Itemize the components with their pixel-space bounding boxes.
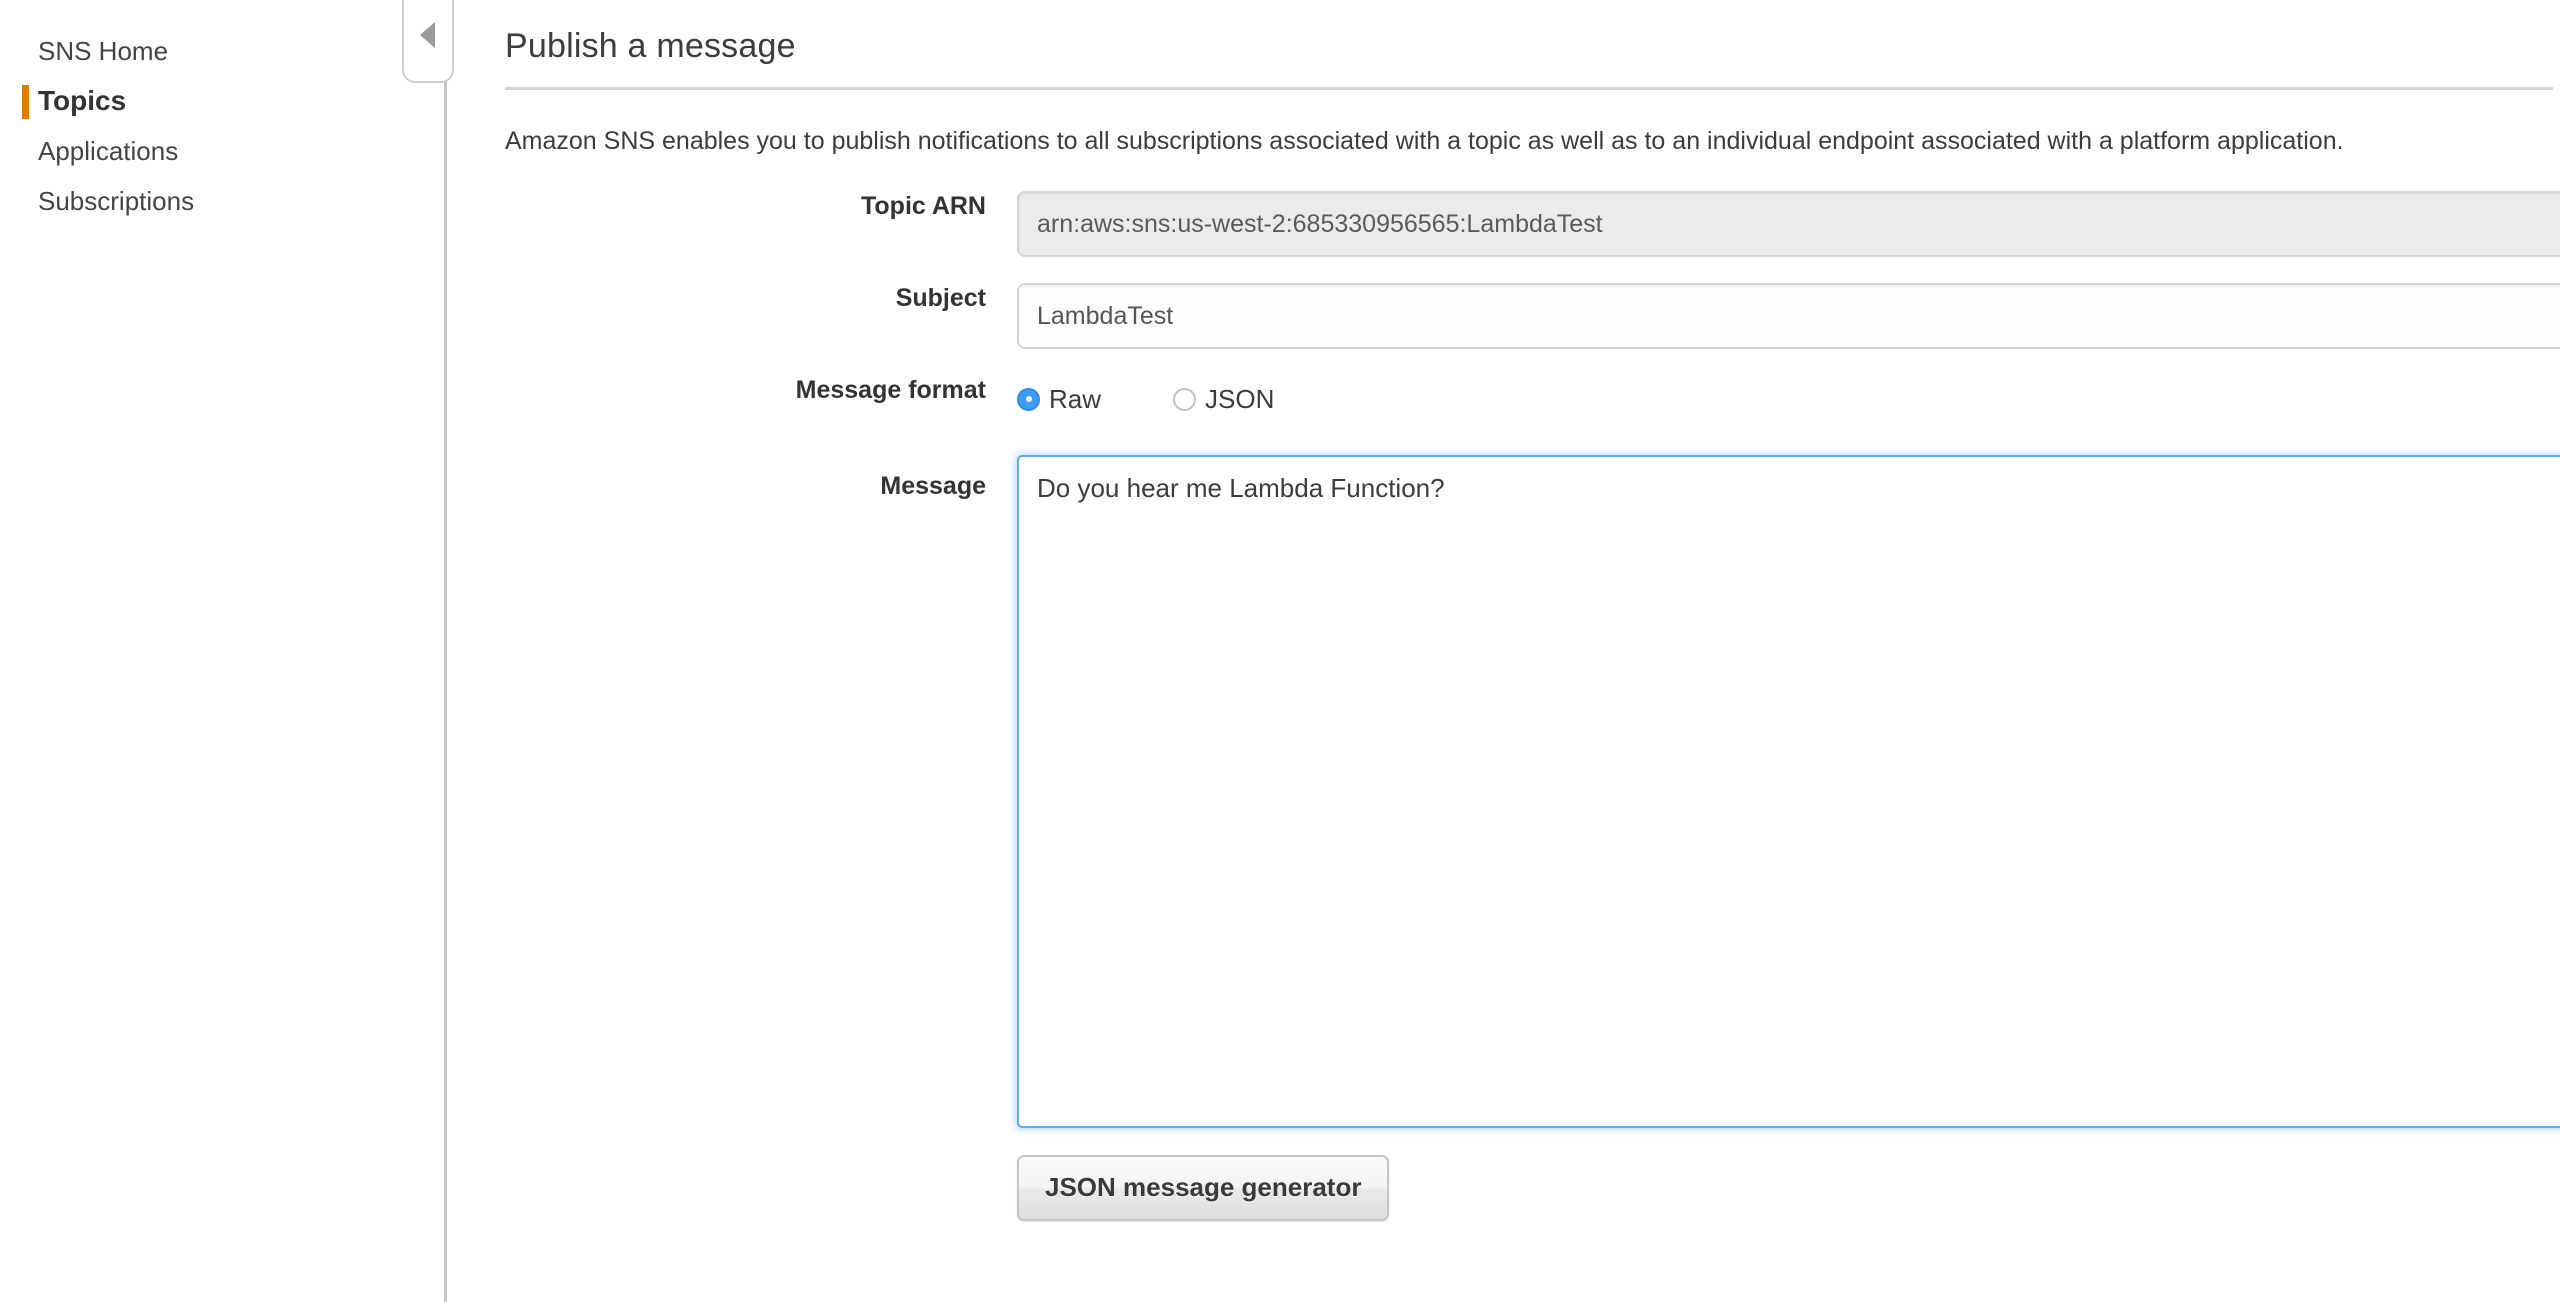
intro-description: Amazon SNS enables you to publish notifi… <box>505 122 2505 161</box>
form-row-message-format: Message format Raw JSON <box>505 375 2560 421</box>
topic-arn-control: i <box>1017 191 2560 257</box>
publish-message-form: Topic ARN i Subject i Message format <box>505 191 2560 1221</box>
main-content: Publish a message Amazon SNS enables you… <box>447 0 2560 1302</box>
sidebar-item-sns-home[interactable]: SNS Home <box>0 26 444 76</box>
sidebar-item-label: Applications <box>38 136 178 166</box>
sidebar-collapse-button[interactable] <box>402 0 454 83</box>
topic-arn-input[interactable] <box>1017 191 2560 257</box>
message-textarea-wrapper <box>1017 455 2560 1133</box>
form-row-message: Message <box>505 455 2560 1133</box>
message-format-control: Raw JSON <box>1017 375 2560 421</box>
sidebar-item-subscriptions[interactable]: Subscriptions <box>0 176 444 226</box>
sidebar-item-topics[interactable]: Topics <box>0 76 444 126</box>
form-row-topic-arn: Topic ARN i <box>505 191 2560 257</box>
sidebar-item-label: SNS Home <box>38 36 168 66</box>
sns-publish-message-page: SNS Home Topics Applications Subscriptio… <box>0 0 2560 1302</box>
message-format-label: Message format <box>505 375 1017 405</box>
message-label: Message <box>505 455 1017 501</box>
radio-option-json[interactable]: JSON <box>1173 386 1274 412</box>
radio-label-json: JSON <box>1205 386 1274 412</box>
sidebar-item-label: Topics <box>38 85 126 116</box>
chevron-left-icon <box>420 22 435 48</box>
json-message-generator-button[interactable]: JSON message generator <box>1017 1155 1389 1221</box>
subject-label: Subject <box>505 283 1017 313</box>
radio-label-raw: Raw <box>1049 386 1101 412</box>
title-divider <box>505 87 2553 90</box>
active-indicator-bar <box>22 85 29 119</box>
form-row-subject: Subject i <box>505 283 2560 349</box>
message-textarea[interactable] <box>1017 455 2560 1128</box>
message-control <box>1017 455 2560 1133</box>
topic-arn-label: Topic ARN <box>505 191 1017 221</box>
message-format-radio-group: Raw JSON <box>1017 375 2560 421</box>
subject-control: i <box>1017 283 2560 349</box>
radio-dot-json[interactable] <box>1173 388 1196 411</box>
sidebar-item-applications[interactable]: Applications <box>0 126 444 176</box>
subject-input[interactable] <box>1017 283 2560 349</box>
sidebar-item-label: Subscriptions <box>38 186 194 216</box>
page-title: Publish a message <box>505 22 2560 70</box>
radio-option-raw[interactable]: Raw <box>1017 386 1101 412</box>
form-actions: JSON message generator <box>1017 1155 2560 1221</box>
sidebar: SNS Home Topics Applications Subscriptio… <box>0 0 447 1302</box>
sidebar-nav: SNS Home Topics Applications Subscriptio… <box>0 0 444 226</box>
radio-dot-raw[interactable] <box>1017 388 1040 411</box>
